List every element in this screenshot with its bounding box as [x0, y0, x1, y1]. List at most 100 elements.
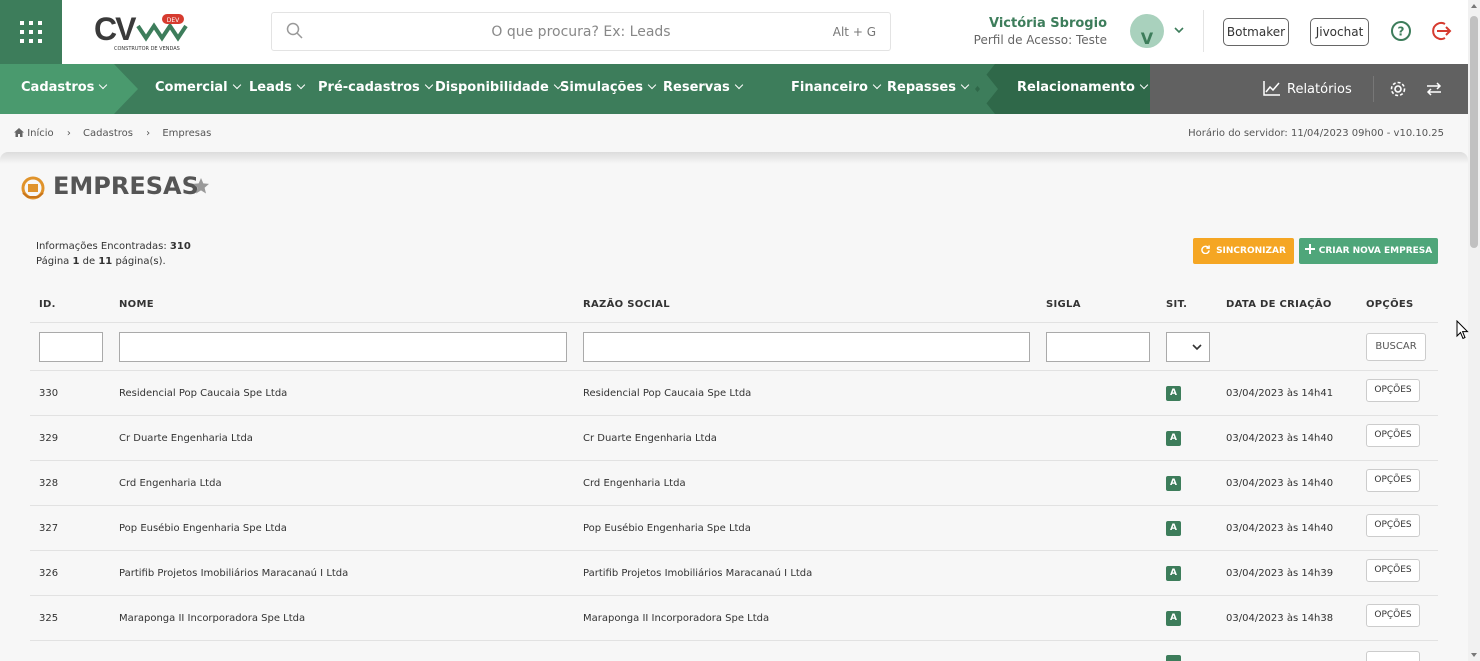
table-row[interactable]: 326 Partifib Projetos Imobiliários Maraca…: [0, 551, 1440, 596]
mouse-cursor-icon: [1456, 320, 1469, 340]
cell-data-criacao: 03/04/2023 às 14h39: [1226, 568, 1334, 579]
filter-situacao-select[interactable]: [1166, 332, 1210, 362]
server-time: Horário do servidor: 11/04/2023 09h00 - …: [1188, 128, 1444, 139]
cell-data-criacao: 03/04/2023 às 14h41: [1226, 388, 1334, 399]
cell-nome: Residencial Pop Caucaia Spe Ltda: [119, 388, 288, 399]
cell-razao-social: Residencial Pop Caucaia Spe Ltda: [583, 388, 752, 399]
chevron-down-icon: [1192, 344, 1202, 351]
col-header-sigla[interactable]: SIGLA: [1046, 299, 1081, 310]
user-name: Victória Sbrogio: [988, 16, 1107, 31]
col-header-data-criacao[interactable]: DATA DE CRIAÇÃO: [1226, 299, 1332, 310]
table-row-partial: [0, 641, 1440, 661]
building-handshake-icon: [21, 176, 45, 200]
star-icon[interactable]: [192, 177, 210, 195]
cell-razao-social: Partifib Projetos Imobiliários Maracanaú…: [583, 568, 813, 579]
nav-repasses[interactable]: Repasses: [887, 80, 970, 95]
nav-relacionamento[interactable]: Relacionamento: [1017, 80, 1149, 95]
search-shortcut: Alt + G: [832, 25, 876, 39]
table-row[interactable]: 329 Cr Duarte Engenharia Ltda Cr Duarte En…: [0, 416, 1440, 461]
top-bar: CV DEV CONSTRUTOR DE VENDAS O que procur…: [0, 0, 1468, 64]
cell-data-criacao: 03/04/2023 às 14h40: [1226, 433, 1334, 444]
help-icon[interactable]: ?: [1390, 20, 1412, 42]
results-info: Informações Encontradas: 310 Página 1 de…: [36, 241, 191, 267]
table-row[interactable]: 327 Pop Eusébio Engenharia Spe Ltda Pop Eu…: [0, 506, 1440, 551]
options-button[interactable]: OPÇÕES: [1366, 469, 1420, 492]
search-placeholder: O que procura? Ex: Leads: [491, 24, 671, 40]
table-row[interactable]: 330 Residencial Pop Caucaia Spe Ltda Resid…: [0, 371, 1440, 416]
cell-nome: Partifib Projetos Imobiliários Maracanaú…: [119, 568, 349, 579]
status-badge: A: [1166, 611, 1181, 626]
logo-subtitle: CONSTRUTOR DE VENDAS: [114, 46, 180, 52]
col-header-id[interactable]: ID.: [39, 299, 56, 310]
col-header-nome[interactable]: NOME: [119, 299, 154, 310]
status-badge: A: [1166, 521, 1181, 536]
gear-icon[interactable]: [1389, 80, 1407, 98]
cell-id: 330: [39, 388, 59, 399]
filter-nome-input[interactable]: [119, 332, 567, 362]
nav-relatorios[interactable]: Relatórios: [1263, 80, 1352, 97]
botmaker-button[interactable]: Botmaker: [1223, 18, 1289, 46]
sync-button[interactable]: SINCRONIZAR: [1193, 238, 1294, 264]
cell-id: 327: [39, 523, 59, 534]
main-nav: Cadastros Comercial Leads Pré-cadastros …: [0, 64, 1468, 114]
filter-id-input[interactable]: [39, 332, 103, 362]
nav-comercial[interactable]: Comercial: [155, 80, 241, 95]
breadcrumb-separator: ›: [66, 128, 71, 139]
cell-nome: Cr Duarte Engenharia Ltda: [119, 433, 253, 444]
nav-simulacoes[interactable]: Simulações: [560, 80, 657, 95]
status-badge: A: [1166, 431, 1181, 446]
cell-nome: Maraponga II Incorporadora Spe Ltda: [119, 613, 306, 624]
user-info[interactable]: Victória Sbrogio Perfil de Acesso: Teste: [974, 16, 1107, 47]
refresh-icon: [1201, 245, 1210, 255]
breadcrumb-inicio[interactable]: Início: [27, 128, 53, 139]
home-icon[interactable]: [14, 128, 24, 137]
status-badge: A: [1166, 566, 1181, 581]
logout-icon[interactable]: [1431, 20, 1453, 42]
cell-nome: Pop Eusébio Engenharia Spe Ltda: [119, 523, 287, 534]
logo[interactable]: CV DEV CONSTRUTOR DE VENDAS: [94, 11, 194, 54]
avatar[interactable]: V: [1130, 14, 1164, 48]
search-input[interactable]: O que procura? Ex: Leads Alt + G: [271, 12, 891, 51]
cell-razao-social: Pop Eusébio Engenharia Spe Ltda: [583, 523, 751, 534]
nav-financeiro[interactable]: Financeiro: [791, 80, 882, 95]
cell-data-criacao: 03/04/2023 às 14h40: [1226, 523, 1334, 534]
col-header-razao-social[interactable]: RAZÃO SOCIAL: [583, 299, 670, 310]
logo-badge: DEV: [167, 17, 180, 24]
filter-razao-social-input[interactable]: [583, 332, 1030, 362]
divider: [1203, 10, 1204, 52]
options-button[interactable]: OPÇÕES: [1366, 379, 1420, 402]
cell-razao-social: Crd Engenharia Ltda: [583, 478, 686, 489]
scrollbar[interactable]: [1468, 0, 1480, 661]
cell-data-criacao: 03/04/2023 às 14h38: [1226, 613, 1334, 624]
create-company-button[interactable]: CRIAR NOVA EMPRESA: [1299, 238, 1438, 264]
cell-data-criacao: 03/04/2023 às 14h40: [1226, 478, 1334, 489]
nav-reservas[interactable]: Reservas: [663, 80, 744, 95]
options-button[interactable]: OPÇÕES: [1366, 424, 1420, 447]
chevron-down-icon[interactable]: [1173, 24, 1185, 36]
svg-text:?: ?: [1398, 25, 1405, 39]
chart-line-icon: [1263, 81, 1280, 96]
cell-id: 329: [39, 433, 59, 444]
nav-disponibilidade[interactable]: Disponibilidade: [435, 80, 563, 95]
cell-id: 328: [39, 478, 59, 489]
options-button[interactable]: OPÇÕES: [1366, 559, 1420, 582]
nav-cadastros[interactable]: Cadastros: [21, 80, 108, 95]
nav-pre-cadastros[interactable]: Pré-cadastros: [318, 80, 433, 95]
options-button[interactable]: OPÇÕES: [1366, 604, 1420, 627]
jivochat-button[interactable]: Jivochat: [1310, 18, 1369, 46]
breadcrumb-cadastros[interactable]: Cadastros: [83, 128, 133, 139]
col-header-situacao[interactable]: SIT.: [1166, 299, 1187, 310]
user-profile: Perfil de Acesso: Teste: [973, 33, 1107, 47]
status-badge: A: [1166, 476, 1181, 491]
table-row[interactable]: 325 Maraponga II Incorporadora Spe Ltda Ma…: [0, 596, 1440, 641]
cell-id: 325: [39, 613, 59, 624]
plus-icon: [1304, 244, 1315, 254]
table-row[interactable]: 328 Crd Engenharia Ltda Crd Engenharia Ltd…: [0, 461, 1440, 506]
swap-arrows-icon[interactable]: [1426, 81, 1442, 97]
nav-leads[interactable]: Leads: [249, 80, 306, 95]
apps-grid-icon[interactable]: [0, 0, 62, 64]
cell-nome: Crd Engenharia Ltda: [119, 478, 222, 489]
filter-sigla-input[interactable]: [1046, 332, 1150, 362]
options-button[interactable]: OPÇÕES: [1366, 514, 1420, 537]
search-button[interactable]: BUSCAR: [1366, 333, 1426, 361]
